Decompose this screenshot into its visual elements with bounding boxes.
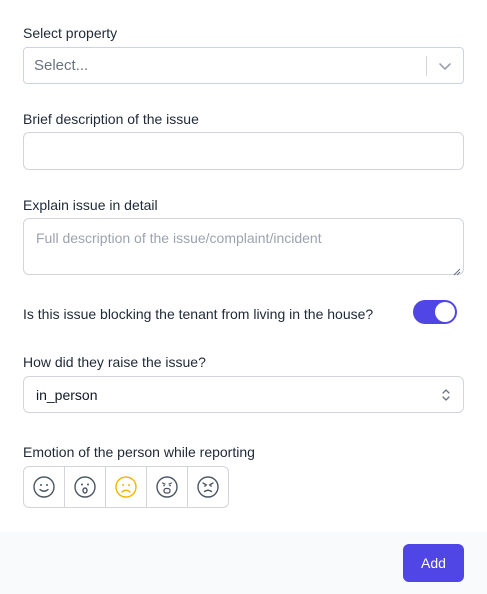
toggle-knob (435, 302, 455, 322)
detail-textarea[interactable]: Full description of the issue/complaint/… (23, 218, 464, 276)
select-updown-icon (441, 387, 451, 403)
shocked-icon (156, 476, 178, 498)
emotion-option-angry[interactable] (188, 467, 228, 507)
property-label: Select property (23, 25, 118, 41)
chevron-down-icon[interactable] (435, 57, 455, 75)
resize-grip-icon[interactable] (452, 263, 461, 276)
property-select[interactable]: Select... (23, 47, 464, 84)
emotion-option-frown[interactable] (106, 467, 147, 507)
issue-form: Select property Select... Brief descript… (0, 0, 487, 532)
blocking-toggle[interactable] (413, 300, 457, 324)
angry-icon (197, 476, 219, 498)
blocking-label: Is this issue blocking the tenant from l… (23, 306, 374, 322)
detail-label: Explain issue in detail (23, 197, 158, 213)
select-separator (426, 56, 427, 76)
property-placeholder: Select... (34, 57, 89, 74)
emotion-option-shocked[interactable] (147, 467, 188, 507)
form-footer: Add (0, 532, 487, 594)
emotion-label: Emotion of the person while reporting (23, 444, 255, 460)
emotion-picker (23, 466, 229, 508)
raise-method-select[interactable]: in_person (23, 376, 464, 413)
brief-description-label: Brief description of the issue (23, 111, 199, 127)
raise-method-label: How did they raise the issue? (23, 354, 206, 370)
brief-description-input[interactable] (23, 132, 464, 170)
detail-placeholder: Full description of the issue/complaint/… (36, 230, 322, 246)
smile-icon (33, 476, 55, 498)
emotion-option-surprised[interactable] (65, 467, 106, 507)
emotion-option-smile[interactable] (24, 467, 65, 507)
surprised-icon (74, 476, 96, 498)
raise-method-value: in_person (36, 387, 98, 403)
frown-icon (115, 476, 137, 498)
add-button[interactable]: Add (403, 544, 464, 582)
